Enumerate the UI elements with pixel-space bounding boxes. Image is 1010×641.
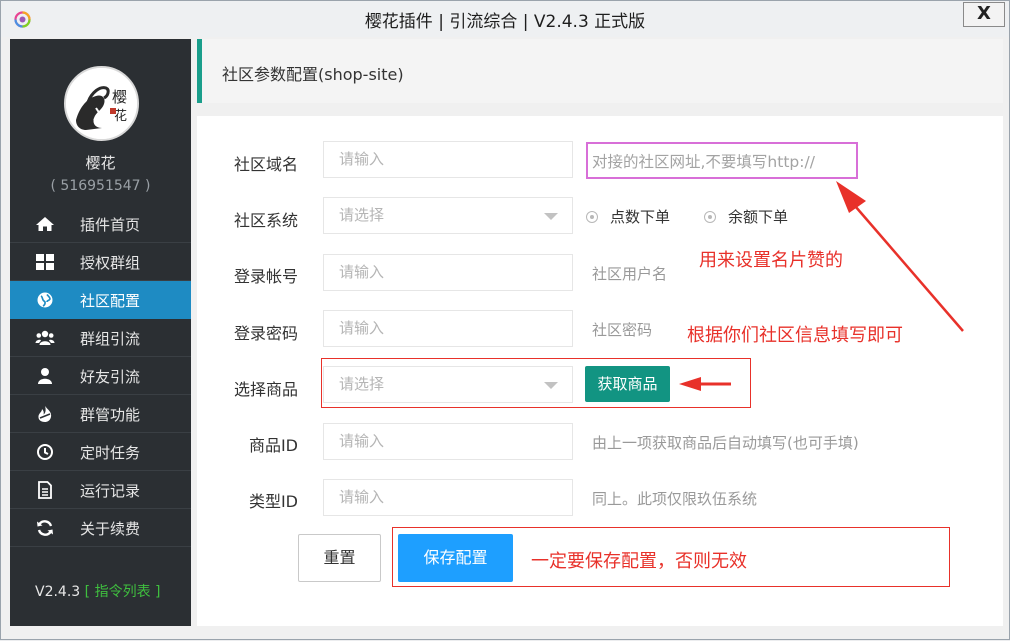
radio-icon — [704, 211, 716, 223]
radio-balance-order[interactable]: 余额下单 — [704, 206, 788, 227]
window-title: 樱花插件 | 引流综合 | V2.4.3 正式版 — [364, 12, 646, 32]
svg-text:樱: 樱 — [112, 88, 127, 106]
sidebar-item-label: 插件首页 — [80, 216, 141, 234]
account-hint: 社区用户名 — [592, 265, 668, 283]
product-label: 选择商品 — [233, 380, 298, 399]
sidebar-item-renewal[interactable]: 关于续费 — [10, 509, 191, 547]
domain-input[interactable]: 请输入 — [323, 141, 573, 178]
sidebar-item-label: 授权群组 — [80, 254, 141, 272]
annotation-card-like: 用来设置名片赞的 — [699, 250, 843, 271]
app-window: 樱花插件 | 引流综合 | V2.4.3 正式版 X 樱 花 樱花 ( 5169… — [0, 0, 1010, 640]
radio-balance-label: 余额下单 — [728, 208, 789, 226]
sidebar-item-community-config[interactable]: 社区配置 — [10, 281, 191, 319]
product-id-hint: 由上一项获取商品后自动填写(也可手填) — [592, 434, 859, 452]
product-id-input[interactable]: 请输入 — [323, 423, 573, 460]
sidebar-item-group-management[interactable]: 群管功能 — [10, 395, 191, 433]
sidebar-item-scheduled-tasks[interactable]: 定时任务 — [10, 433, 191, 471]
annotation-must-save: 一定要保存配置，否则无效 — [531, 551, 747, 572]
panel-header: 社区参数配置(shop-site) — [197, 39, 1003, 103]
account-label: 登录帐号 — [233, 267, 298, 286]
avatar-image: 樱 花 — [66, 68, 137, 139]
product-select-placeholder: 请选择 — [339, 375, 385, 393]
chevron-down-icon — [544, 213, 558, 220]
product-select[interactable]: 请选择 — [323, 366, 573, 403]
reset-button[interactable]: 重置 — [298, 534, 381, 582]
sidebar-item-label: 社区配置 — [80, 292, 141, 310]
user-name: 樱花 — [85, 154, 116, 172]
sidebar-item-home[interactable]: 插件首页 — [10, 205, 191, 243]
radio-icon — [586, 211, 598, 223]
account-input[interactable]: 请输入 — [323, 254, 573, 291]
title-bar[interactable]: 樱花插件 | 引流综合 | V2.4.3 正式版 X — [1, 1, 1009, 37]
sidebar-item-label: 好友引流 — [80, 368, 141, 386]
system-select-placeholder: 请选择 — [339, 206, 385, 224]
sidebar-item-label: 运行记录 — [80, 482, 141, 500]
sidebar-nav: 插件首页 授权群组 社区配置 群组引流 好友引流 群管功能 定时任务 运行记录 … — [10, 205, 191, 547]
globe-icon — [37, 292, 53, 308]
user-id: ( 516951547 ) — [50, 178, 151, 194]
panel-title: 社区参数配置(shop-site) — [222, 65, 404, 84]
sidebar-item-group-traffic[interactable]: 群组引流 — [10, 319, 191, 357]
sidebar-item-label: 群管功能 — [80, 406, 141, 424]
password-label: 登录密码 — [233, 324, 298, 343]
sidebar-item-authorized-groups[interactable]: 授权群组 — [10, 243, 191, 281]
user-icon — [38, 368, 52, 384]
type-id-label: 类型ID — [248, 492, 298, 511]
grid-icon — [36, 254, 54, 270]
clock-icon — [37, 444, 53, 460]
annotation-fill-info: 根据你们社区信息填写即可 — [687, 325, 903, 346]
sidebar-item-label: 定时任务 — [80, 444, 141, 462]
version-info: V2.4.3 [ 指令列表 ] — [35, 581, 160, 601]
fire-icon — [38, 406, 52, 422]
sidebar-item-run-log[interactable]: 运行记录 — [10, 471, 191, 509]
radio-points-order[interactable]: 点数下单 — [586, 206, 670, 227]
refresh-icon — [37, 520, 53, 536]
chevron-down-icon — [544, 382, 558, 389]
sidebar: 樱 花 樱花 ( 516951547 ) 插件首页 授权群组 社区配置 群组引流… — [10, 39, 191, 626]
document-icon — [38, 481, 52, 499]
fetch-products-button[interactable]: 获取商品 — [585, 366, 670, 402]
domain-hint: 对接的社区网址,不要填写http:// — [592, 153, 815, 171]
radio-points-label: 点数下单 — [610, 208, 671, 226]
close-button[interactable]: X — [963, 2, 1005, 27]
home-icon — [36, 217, 54, 231]
save-config-button[interactable]: 保存配置 — [398, 534, 513, 582]
domain-label: 社区域名 — [233, 155, 298, 174]
sidebar-item-label: 群组引流 — [80, 330, 141, 348]
system-label: 社区系统 — [233, 211, 298, 230]
avatar: 樱 花 — [64, 66, 139, 141]
system-select[interactable]: 请选择 — [323, 197, 573, 234]
version-number: V2.4.3 — [35, 584, 81, 600]
product-id-label: 商品ID — [248, 436, 298, 455]
type-id-input[interactable]: 请输入 — [323, 479, 573, 516]
password-input[interactable]: 请输入 — [323, 310, 573, 347]
password-hint: 社区密码 — [592, 321, 653, 339]
command-list-link[interactable]: [ 指令列表 ] — [85, 584, 161, 600]
sidebar-item-friend-traffic[interactable]: 好友引流 — [10, 357, 191, 395]
sidebar-item-label: 关于续费 — [80, 520, 141, 538]
type-id-hint: 同上。此项仅限玖伍系统 — [592, 490, 758, 508]
users-icon — [35, 330, 55, 345]
